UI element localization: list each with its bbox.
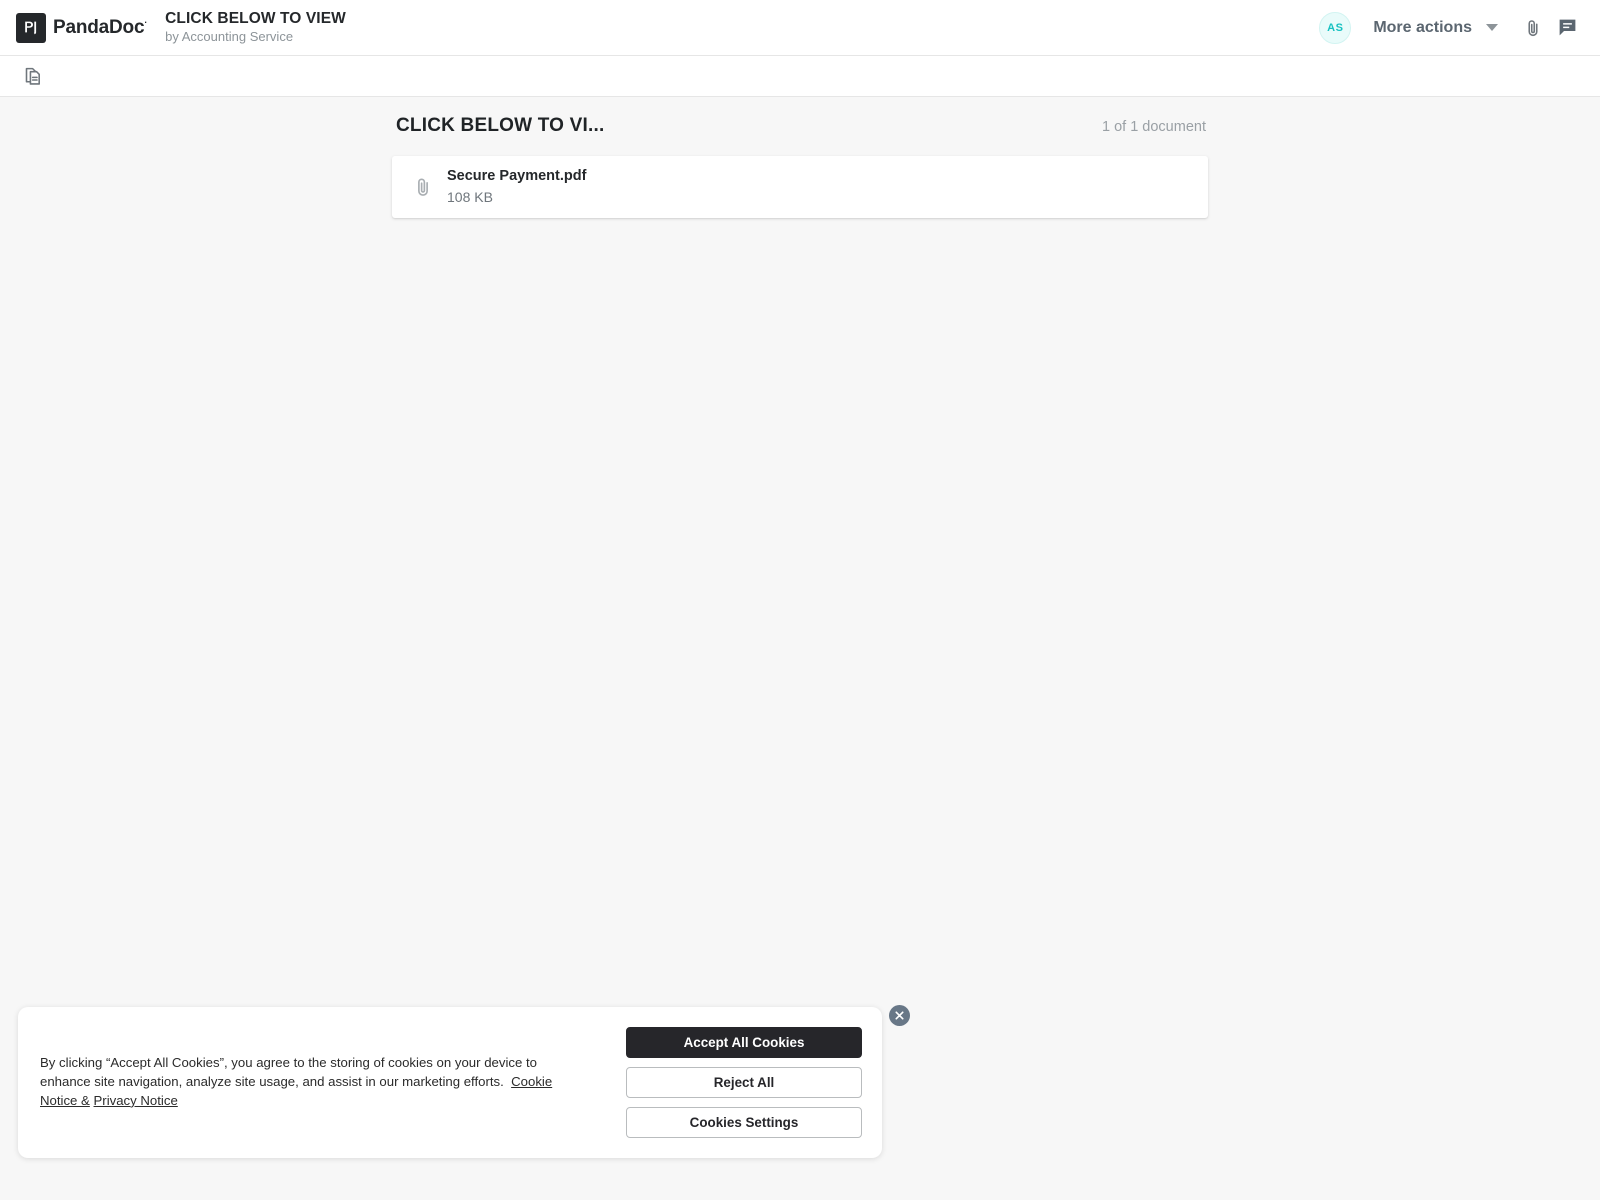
trademark-mark: · [144, 17, 148, 28]
accept-all-cookies-button[interactable]: Accept All Cookies [626, 1027, 862, 1058]
close-cookie-banner-button[interactable] [889, 1005, 910, 1026]
more-actions-label: More actions [1373, 18, 1472, 36]
cookie-action-buttons: Accept All Cookies Reject All Cookies Se… [626, 1027, 862, 1138]
privacy-notice-link[interactable]: Privacy Notice [94, 1093, 178, 1108]
avatar[interactable]: AS [1319, 11, 1352, 44]
panel-header: CLICK BELOW TO VI... 1 of 1 document [392, 115, 1208, 137]
document-subtitle: by Accounting Service [165, 29, 294, 45]
page-title: CLICK BELOW TO VI... [396, 115, 605, 136]
attachment-icon-wrap [410, 176, 436, 198]
cookie-consent-banner: By clicking “Accept All Cookies”, you ag… [18, 1007, 882, 1158]
comments-button[interactable] [1550, 11, 1584, 45]
document-toolbar [0, 56, 1600, 97]
paperclip-icon [1528, 19, 1538, 36]
pandadoc-wordmark-text: PandaDoc [53, 16, 145, 38]
documents-icon [25, 67, 40, 85]
pandadoc-wordmark: PandaDoc· [53, 17, 147, 39]
header-actions: AS More actions [1319, 11, 1600, 45]
cookies-settings-button[interactable]: Cookies Settings [626, 1107, 862, 1138]
cookie-message-text: By clicking “Accept All Cookies”, you ag… [40, 1055, 537, 1090]
cookie-message: By clicking “Accept All Cookies”, you ag… [18, 1054, 578, 1110]
close-icon [895, 1011, 904, 1020]
attachments-button[interactable] [1516, 11, 1550, 45]
attachment-filesize: 108 KB [447, 189, 493, 206]
attachment-meta: Secure Payment.pdf 108 KB [447, 167, 586, 206]
attachment-filename: Secure Payment.pdf [447, 168, 587, 185]
more-actions-button[interactable]: More actions [1373, 19, 1498, 37]
comment-icon [1559, 19, 1575, 36]
document-title-block: CLICK BELOW TO VIEW by Accounting Servic… [165, 10, 346, 46]
brand-block: PandaDoc· CLICK BELOW TO VIEW by Account… [0, 10, 346, 46]
paperclip-icon [418, 178, 428, 196]
reject-all-button[interactable]: Reject All [626, 1067, 862, 1098]
pandadoc-logo-icon[interactable] [16, 12, 46, 43]
document-count: 1 of 1 document [1102, 119, 1206, 135]
documents-list-button[interactable] [20, 63, 46, 89]
document-title: CLICK BELOW TO VIEW [165, 9, 346, 27]
chevron-down-icon [1486, 24, 1498, 31]
document-panel: CLICK BELOW TO VI... 1 of 1 document Sec… [392, 115, 1208, 218]
attachment-card[interactable]: Secure Payment.pdf 108 KB [392, 156, 1208, 218]
top-header-bar: PandaDoc· CLICK BELOW TO VIEW by Account… [0, 0, 1600, 56]
